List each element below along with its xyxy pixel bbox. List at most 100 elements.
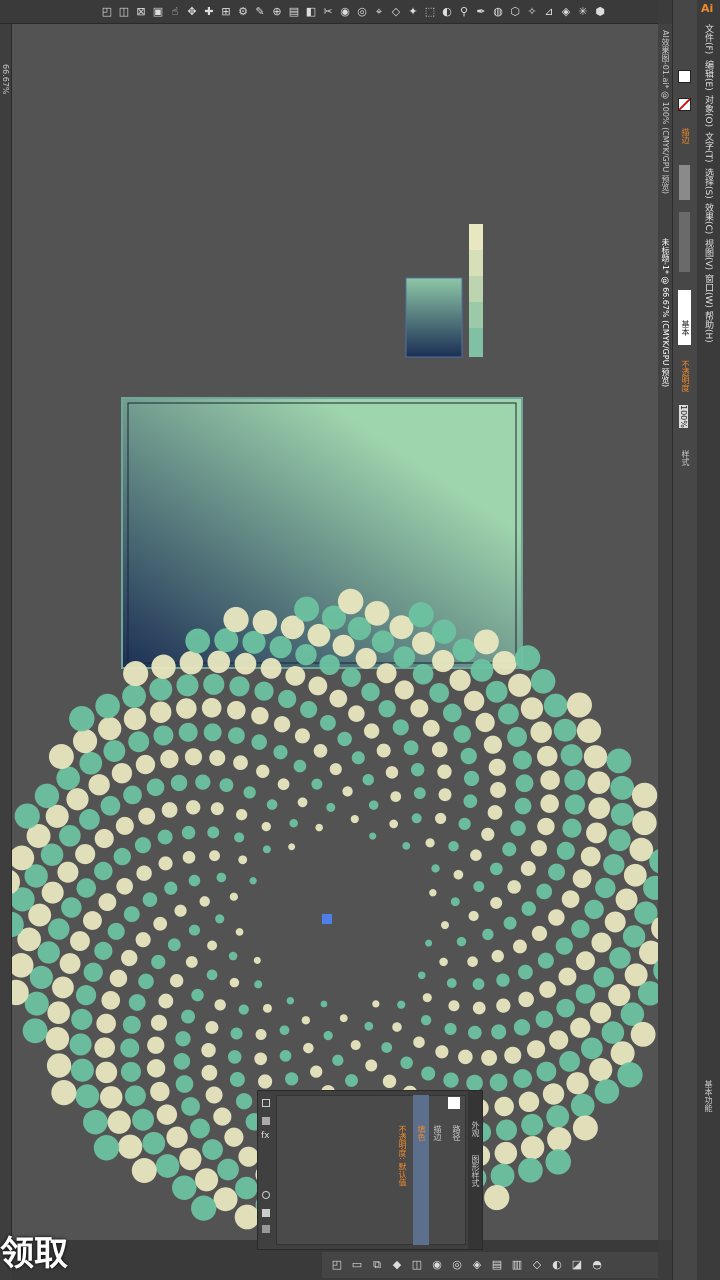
doc-tab-active[interactable]: 未标题-1* @ 66.67% (CMYK/GPU 预览) bbox=[660, 238, 671, 387]
spiral-dot bbox=[543, 693, 568, 718]
panel-icon[interactable]: ◉ bbox=[430, 1258, 444, 1272]
tool-icon[interactable]: ✦ bbox=[406, 5, 420, 19]
panel-icon[interactable]: ▭ bbox=[350, 1258, 364, 1272]
delete-icon[interactable] bbox=[262, 1225, 270, 1233]
menu-item[interactable]: 文字(T) bbox=[702, 129, 715, 165]
spiral-dot bbox=[289, 819, 298, 828]
tool-icon[interactable]: ▣ bbox=[151, 5, 165, 19]
panel-icon[interactable]: ◆ bbox=[390, 1258, 404, 1272]
tab-graphic-styles[interactable]: 图形样式 bbox=[470, 1155, 481, 1187]
workspace-switcher[interactable]: 基本功能 bbox=[703, 1080, 714, 1112]
spiral-dot bbox=[201, 1064, 218, 1081]
tool-icon[interactable]: ✂ bbox=[321, 5, 335, 19]
menu-item[interactable]: 对象(O) bbox=[702, 93, 715, 129]
row-path[interactable]: 路径 bbox=[451, 1125, 462, 1141]
panel-icon[interactable]: ◎ bbox=[450, 1258, 464, 1272]
spiral-dot bbox=[508, 673, 532, 697]
tool-icon[interactable]: ◍ bbox=[491, 5, 505, 19]
tool-icon[interactable]: ⊕ bbox=[270, 5, 284, 19]
menu-item[interactable]: 效果(C) bbox=[702, 201, 715, 237]
spiral-dot bbox=[203, 673, 225, 695]
spiral-dot bbox=[350, 814, 359, 824]
spiral-dot bbox=[261, 821, 271, 832]
menu-item[interactable]: 选择(S) bbox=[702, 165, 715, 201]
menu-item[interactable]: 编辑(E) bbox=[702, 57, 715, 93]
tool-icon[interactable]: ⚲ bbox=[457, 5, 471, 19]
tool-icon[interactable]: ◈ bbox=[559, 5, 573, 19]
menu-item[interactable]: 文件(F) bbox=[702, 21, 715, 57]
spiral-dot bbox=[285, 1072, 299, 1086]
tool-icon[interactable]: ✳ bbox=[576, 5, 590, 19]
spiral-dot bbox=[234, 652, 257, 675]
duplicate-icon[interactable] bbox=[262, 1209, 270, 1217]
spiral-dot bbox=[467, 956, 478, 967]
fill-swatch[interactable] bbox=[678, 70, 691, 83]
tool-icon[interactable]: ⊞ bbox=[219, 5, 233, 19]
spiral-dot bbox=[93, 1135, 120, 1161]
spiral-dot bbox=[146, 1059, 166, 1078]
stroke-weight-field[interactable] bbox=[679, 165, 690, 200]
row-fill[interactable]: 填色 bbox=[413, 1095, 429, 1245]
spiral-dot bbox=[286, 996, 295, 1005]
opacity-field[interactable]: 100% bbox=[679, 405, 688, 428]
panel-icon[interactable]: ◐ bbox=[550, 1258, 564, 1272]
tool-icon[interactable]: ▤ bbox=[287, 5, 301, 19]
tool-icon[interactable]: ✧ bbox=[525, 5, 539, 19]
spiral-dot bbox=[223, 606, 249, 633]
opacity-label[interactable]: 不透明度 bbox=[680, 360, 691, 392]
panel-icon[interactable]: ▤ bbox=[490, 1258, 504, 1272]
spiral-dot bbox=[542, 1083, 565, 1105]
panel-icon[interactable]: ◈ bbox=[470, 1258, 484, 1272]
stroke-swatch[interactable] bbox=[678, 98, 691, 111]
menu-item[interactable]: 窗口(W) bbox=[702, 273, 715, 309]
tool-icon[interactable]: ⬡ bbox=[508, 5, 522, 19]
tool-icon[interactable]: ◇ bbox=[389, 5, 403, 19]
tool-icon[interactable]: ◐ bbox=[440, 5, 454, 19]
panel-icon[interactable]: ⧉ bbox=[370, 1258, 384, 1272]
spiral-dot bbox=[472, 978, 485, 990]
variable-width-field[interactable] bbox=[679, 212, 690, 272]
tool-icon[interactable]: ⊿ bbox=[542, 5, 556, 19]
spiral-dot bbox=[227, 1050, 242, 1064]
panel-icon[interactable]: ◫ bbox=[410, 1258, 424, 1272]
tool-icon[interactable]: ◫ bbox=[117, 5, 131, 19]
tool-icon[interactable]: ◧ bbox=[304, 5, 318, 19]
tool-icon[interactable]: ⚙ bbox=[236, 5, 250, 19]
panel-icon[interactable]: ▥ bbox=[510, 1258, 524, 1272]
stroke-style-field[interactable]: 基本 bbox=[678, 290, 691, 345]
panel-icon[interactable]: ◰ bbox=[330, 1258, 344, 1272]
tool-icon[interactable]: ✥ bbox=[185, 5, 199, 19]
spiral-dot bbox=[158, 856, 173, 871]
add-fill-icon[interactable] bbox=[262, 1117, 270, 1125]
spiral-dot bbox=[185, 628, 211, 654]
tool-icon[interactable]: ⌖ bbox=[372, 5, 386, 19]
tool-icon[interactable]: ✚ bbox=[202, 5, 216, 19]
artboard-canvas[interactable] bbox=[12, 24, 658, 1240]
tab-appearance[interactable]: 外观 bbox=[470, 1121, 481, 1137]
add-stroke-icon[interactable] bbox=[262, 1099, 270, 1107]
spiral-dot bbox=[242, 630, 266, 654]
panel-icon[interactable]: ◪ bbox=[570, 1258, 584, 1272]
spiral-dot bbox=[540, 794, 559, 813]
spiral-dot bbox=[589, 1058, 613, 1082]
menu-item[interactable]: 帮助(H) bbox=[702, 309, 715, 345]
tool-icon[interactable]: ☝ bbox=[168, 5, 182, 19]
panel-icon[interactable]: ◇ bbox=[530, 1258, 544, 1272]
row-stroke[interactable]: 描边 bbox=[432, 1125, 443, 1141]
fx-icon[interactable]: fx bbox=[261, 1131, 270, 1141]
fill-opacity[interactable]: 不透明度: 默认值 bbox=[397, 1125, 408, 1186]
tool-icon[interactable]: ◰ bbox=[100, 5, 114, 19]
tool-icon[interactable]: ✒ bbox=[474, 5, 488, 19]
tool-icon[interactable]: ⬢ bbox=[593, 5, 607, 19]
spiral-dot bbox=[545, 1149, 571, 1175]
tool-icon[interactable]: ⬚ bbox=[423, 5, 437, 19]
panel-icon[interactable]: ◓ bbox=[590, 1258, 604, 1272]
tool-icon[interactable]: ⊠ bbox=[134, 5, 148, 19]
tool-icon[interactable]: ◎ bbox=[355, 5, 369, 19]
spiral-dot bbox=[368, 800, 379, 810]
tool-icon[interactable]: ✎ bbox=[253, 5, 267, 19]
clear-appearance-icon[interactable] bbox=[262, 1191, 270, 1199]
menu-item[interactable]: 视图(V) bbox=[702, 237, 715, 273]
doc-tab[interactable]: AI效果图-01.ai* @ 100% (CMYK/GPU 预览) bbox=[660, 30, 671, 194]
tool-icon[interactable]: ◉ bbox=[338, 5, 352, 19]
